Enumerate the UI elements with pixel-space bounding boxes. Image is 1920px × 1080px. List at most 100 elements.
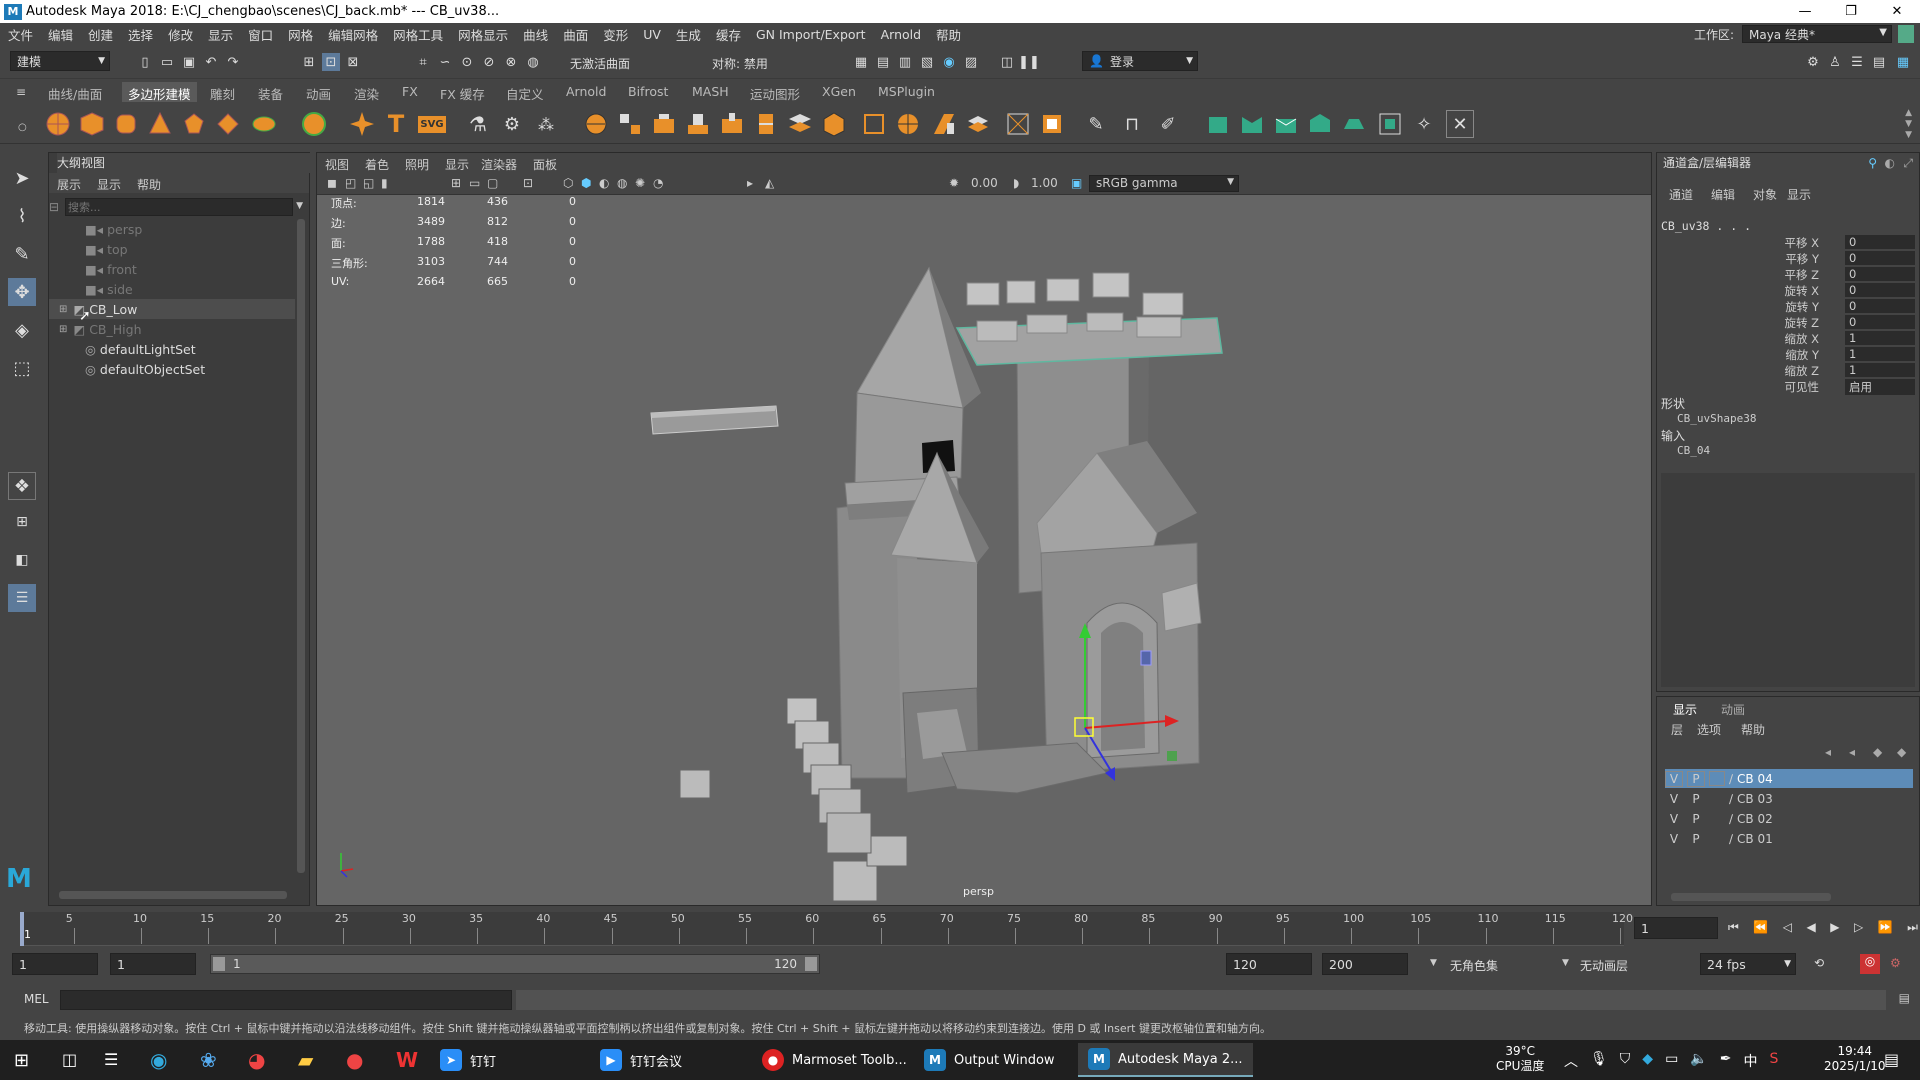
- taskbar-app-output-window[interactable]: M Output Window: [924, 1043, 1055, 1077]
- layer-color-swatch[interactable]: [1709, 771, 1725, 786]
- modeling-toolkit-icon[interactable]: ⚙: [1804, 53, 1822, 71]
- channel-visibility[interactable]: 可见性 启用: [1657, 379, 1919, 395]
- render-settings-icon[interactable]: ▧: [918, 53, 936, 71]
- channel-value[interactable]: 0: [1845, 235, 1915, 249]
- shelf-options-icon[interactable]: ○: [18, 122, 27, 133]
- current-frame-field[interactable]: 1: [1634, 917, 1718, 939]
- rotate-tool-icon[interactable]: ◈: [8, 316, 36, 344]
- paint-select-icon[interactable]: ✎: [8, 240, 36, 268]
- step-forward-frame-icon[interactable]: ▷: [1854, 920, 1863, 935]
- viewport-panel[interactable]: 视图 着色 照明 显示 渲染器 面板 ◼ ◰ ◱ ▮ ⊞ ▭ ▢ ⊡ ⬡ ⬢ ◐…: [316, 152, 1652, 906]
- shelf-tab-mash[interactable]: MASH: [692, 84, 729, 99]
- taskbar-app-marmoset[interactable]: ● Marmoset Toolb...: [762, 1043, 907, 1077]
- animation-end-field[interactable]: 200: [1322, 953, 1408, 975]
- four-view-icon[interactable]: ⊞: [8, 508, 36, 536]
- layer-playback-toggle[interactable]: P: [1687, 792, 1705, 806]
- channel-translate-x[interactable]: 平移 X 0: [1657, 235, 1919, 251]
- channel-value[interactable]: 0: [1845, 283, 1915, 297]
- live-surface-label[interactable]: 无激活曲面: [570, 55, 630, 72]
- chrome-icon[interactable]: ◕: [248, 1048, 265, 1072]
- cb-menu-show[interactable]: 显示: [1787, 186, 1811, 203]
- search-icon[interactable]: ◫: [62, 1050, 77, 1069]
- input-name[interactable]: CB_04: [1677, 444, 1710, 457]
- range-bar[interactable]: 1 120: [210, 954, 820, 974]
- menu-mesh-tools[interactable]: 网格工具: [393, 25, 443, 44]
- channel-translate-y[interactable]: 平移 Y 0: [1657, 251, 1919, 267]
- boolean-icon[interactable]: [860, 110, 888, 138]
- range-end-handle[interactable]: [805, 957, 817, 971]
- channel-scale-y[interactable]: 缩放 Y 1: [1657, 347, 1919, 363]
- menu-modify[interactable]: 修改: [168, 25, 193, 44]
- outliner-item-persp[interactable]: ■◂ persp: [85, 219, 142, 239]
- go-to-start-icon[interactable]: ⏮: [1728, 920, 1739, 935]
- step-back-frame-icon[interactable]: ◁: [1783, 920, 1792, 935]
- layer-hscroll[interactable]: [1671, 893, 1831, 901]
- attribute-editor-icon[interactable]: ☰: [1848, 53, 1866, 71]
- step-back-key-icon[interactable]: ⏪: [1753, 920, 1768, 935]
- layer-visibility-toggle[interactable]: V: [1665, 812, 1683, 826]
- outliner-search-input[interactable]: [65, 198, 293, 216]
- shelf-menu-icon[interactable]: ≡: [16, 85, 26, 99]
- layer-name[interactable]: CB 01: [1737, 832, 1773, 846]
- snap-point-icon[interactable]: ⊙: [458, 53, 476, 71]
- poly-platonic-icon[interactable]: [300, 110, 328, 138]
- knife-icon[interactable]: ✎: [1082, 110, 1110, 138]
- restore-button[interactable]: ❐: [1828, 0, 1874, 23]
- chevron-down-icon[interactable]: ▼: [1430, 958, 1437, 968]
- chevron-down-icon[interactable]: ▼: [1562, 958, 1569, 968]
- layer-visibility-toggle[interactable]: V: [1665, 770, 1683, 787]
- auto-key-icon[interactable]: ◎: [1860, 954, 1880, 974]
- lasso-tool-icon[interactable]: ⌇: [8, 202, 36, 230]
- bridge-icon[interactable]: [616, 110, 644, 138]
- plugin-tool-4-icon[interactable]: [1306, 110, 1334, 138]
- channel-translate-z[interactable]: 平移 Z 0: [1657, 267, 1919, 283]
- shelf-tab-fx[interactable]: FX: [402, 84, 418, 99]
- menu-help[interactable]: 帮助: [936, 25, 961, 44]
- layer-playback-toggle[interactable]: P: [1687, 812, 1705, 826]
- layer-row[interactable]: V P ∕ CB 04: [1665, 769, 1913, 788]
- poly-cylinder-icon[interactable]: [112, 110, 140, 138]
- castle-model[interactable]: [317, 153, 1652, 906]
- minimize-button[interactable]: —: [1782, 0, 1828, 23]
- time-ruler[interactable]: [20, 912, 1624, 946]
- step-forward-key-icon[interactable]: ⏩: [1878, 920, 1893, 935]
- playback-end-field[interactable]: 120: [1226, 953, 1312, 975]
- poly-disc-icon[interactable]: [250, 110, 278, 138]
- outliner-menu-help[interactable]: 帮助: [137, 176, 161, 193]
- taskbar-app-dingtalk-meeting[interactable]: ▶ 钉钉会议: [600, 1043, 682, 1077]
- outliner-item-cb-high[interactable]: ⊞ ◩ CB_High: [59, 319, 142, 339]
- outliner-layout-icon[interactable]: ☰: [8, 584, 36, 612]
- anim-layer-dropdown[interactable]: 无动画层: [1580, 957, 1628, 974]
- extrude-icon[interactable]: [582, 110, 610, 138]
- new-layer-selected-icon[interactable]: ◆: [1897, 745, 1906, 759]
- layer-edit-icon[interactable]: ∕: [1729, 792, 1733, 806]
- workspace-dropdown[interactable]: Maya 经典* ▼: [1742, 25, 1892, 43]
- layer-name[interactable]: CB 03: [1737, 792, 1773, 806]
- menu-edit-mesh[interactable]: 编辑网格: [328, 25, 378, 44]
- shelf-tab-bifrost[interactable]: Bifrost: [628, 84, 668, 99]
- layer-color-swatch[interactable]: [1709, 831, 1725, 846]
- shelf-tab-custom[interactable]: 自定义: [506, 84, 544, 103]
- plugin-tool-1-icon[interactable]: [1204, 110, 1232, 138]
- move-layer-up-icon[interactable]: ◂: [1825, 745, 1831, 759]
- shelf-tab-motion-graphics[interactable]: 运动图形: [750, 84, 800, 103]
- edge-icon[interactable]: ◉: [150, 1048, 167, 1072]
- render-frame-icon[interactable]: ▦: [852, 53, 870, 71]
- poly-cube-icon[interactable]: [78, 110, 106, 138]
- channel-value[interactable]: 0: [1845, 299, 1915, 313]
- ime-indicator[interactable]: 中: [1743, 1051, 1757, 1071]
- app-icon[interactable]: ❀: [200, 1048, 217, 1072]
- select-component-icon[interactable]: ⊠: [344, 53, 362, 71]
- open-scene-icon[interactable]: ▭: [158, 53, 176, 71]
- channel-value[interactable]: 0: [1845, 251, 1915, 265]
- taskbar-app-maya[interactable]: M Autodesk Maya 2...: [1078, 1043, 1253, 1077]
- go-to-end-icon[interactable]: ⏭: [1907, 920, 1918, 935]
- single-view-icon[interactable]: ❖: [8, 472, 36, 500]
- ipr-render-icon[interactable]: ▥: [896, 53, 914, 71]
- animation-start-field[interactable]: 1: [12, 953, 98, 975]
- new-scene-icon[interactable]: ▯: [136, 53, 154, 71]
- scale-tool-icon[interactable]: ⬚: [8, 354, 36, 382]
- append-icon[interactable]: [684, 110, 712, 138]
- planar-map-icon[interactable]: [1038, 110, 1066, 138]
- layer-menu-layers[interactable]: 层: [1671, 721, 1683, 738]
